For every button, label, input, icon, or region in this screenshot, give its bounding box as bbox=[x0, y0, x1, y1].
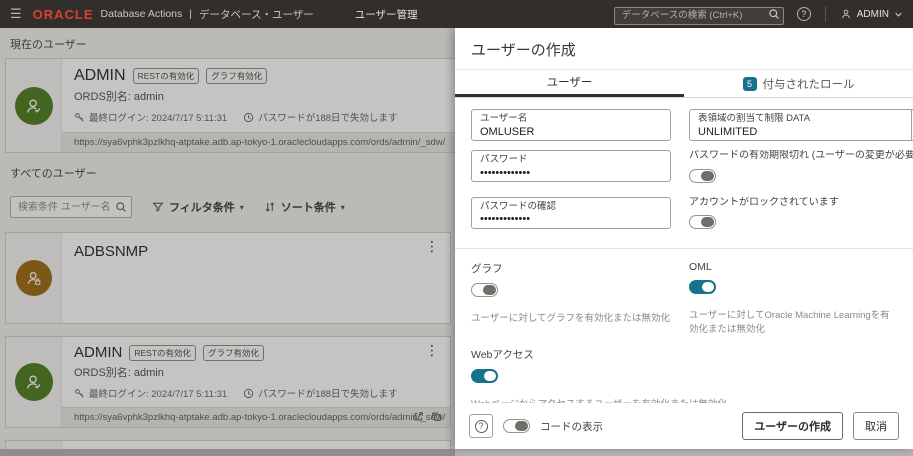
help-button[interactable]: ? bbox=[469, 414, 493, 438]
question-icon: ? bbox=[475, 420, 488, 433]
graph-label: グラフ bbox=[471, 261, 671, 276]
page-context-title: データベース・ユーザー bbox=[199, 7, 314, 22]
graph-help-text: ユーザーに対してグラフを有効化または無効化 bbox=[471, 310, 671, 324]
tab-user[interactable]: ユーザー bbox=[455, 70, 684, 97]
account-locked-toggle[interactable] bbox=[689, 215, 716, 229]
cancel-button[interactable]: 取消 bbox=[853, 412, 899, 440]
account-locked-label: アカウントがロックされています bbox=[689, 197, 913, 210]
app-header: ☰ ORACLE Database Actions | データベース・ユーザー … bbox=[0, 0, 913, 28]
header-divider bbox=[825, 6, 826, 22]
show-code-label: コードの表示 bbox=[540, 419, 603, 434]
oml-label: OML bbox=[689, 261, 897, 273]
tab-user-label: ユーザー bbox=[547, 74, 593, 90]
password-expired-toggle[interactable] bbox=[689, 169, 716, 183]
graph-toggle[interactable] bbox=[471, 283, 498, 297]
web-access-feature: Webアクセス Webページからアクセスするユーザーを有効化または無効化 bbox=[471, 347, 771, 410]
title-separator: | bbox=[189, 8, 192, 20]
product-title: Database Actions bbox=[101, 8, 183, 20]
search-icon bbox=[768, 8, 780, 20]
create-user-panel: ユーザーの作成 ユーザー 5 付与されたロール ユーザー名 OMLUSER 表領… bbox=[455, 28, 913, 449]
password-confirm-label: パスワードの確認 bbox=[480, 201, 662, 213]
oracle-logo: ORACLE bbox=[33, 7, 94, 22]
granted-roles-count-badge: 5 bbox=[743, 77, 757, 91]
quota-label: 表領域の割当て制限 DATA bbox=[698, 113, 903, 125]
username-value: OMLUSER bbox=[480, 125, 662, 139]
database-search bbox=[614, 5, 784, 23]
password-confirm-field[interactable]: パスワードの確認 ••••••••••••• bbox=[471, 197, 671, 229]
tab-granted-roles[interactable]: 5 付与されたロール bbox=[684, 70, 913, 97]
graph-feature: グラフ ユーザーに対してグラフを有効化または無効化 bbox=[471, 261, 671, 335]
web-access-toggle[interactable] bbox=[471, 369, 498, 383]
password-field[interactable]: パスワード ••••••••••••• bbox=[471, 150, 671, 182]
tab-granted-roles-label: 付与されたロール bbox=[763, 76, 855, 92]
help-icon[interactable]: ? bbox=[797, 7, 811, 21]
database-search-input[interactable] bbox=[614, 7, 784, 25]
web-access-label: Webアクセス bbox=[471, 347, 771, 362]
user-menu[interactable]: ADMIN bbox=[840, 8, 903, 20]
quota-value: UNLIMITED bbox=[698, 125, 903, 139]
oml-help-text: ユーザーに対してOracle Machine Learningを有効化または無効… bbox=[689, 307, 897, 335]
panel-footer: ? コードの表示 ユーザーの作成 取消 bbox=[455, 403, 913, 449]
hamburger-menu-icon[interactable]: ☰ bbox=[10, 6, 22, 22]
user-menu-label: ADMIN bbox=[857, 9, 889, 20]
account-locked-control: アカウントがロックされています bbox=[689, 197, 913, 235]
quota-select[interactable]: 表領域の割当て制限 DATA UNLIMITED ▾ bbox=[689, 109, 913, 141]
nav-user-management[interactable]: ユーザー管理 bbox=[355, 7, 418, 22]
panel-title: ユーザーの作成 bbox=[455, 28, 913, 70]
username-field[interactable]: ユーザー名 OMLUSER bbox=[471, 109, 671, 141]
password-label: パスワード bbox=[480, 154, 662, 166]
oml-toggle[interactable] bbox=[689, 280, 716, 294]
chevron-down-icon bbox=[894, 10, 903, 19]
password-expired-label: パスワードの有効期限切れ (ユーザーの変更が必要です) bbox=[689, 150, 913, 163]
password-expired-control: パスワードの有効期限切れ (ユーザーの変更が必要です) bbox=[689, 150, 913, 188]
app-screen: ☰ ORACLE Database Actions | データベース・ユーザー … bbox=[0, 0, 913, 456]
password-value: ••••••••••••• bbox=[480, 166, 662, 180]
section-divider bbox=[455, 248, 913, 249]
password-confirm-value: ••••••••••••• bbox=[480, 212, 662, 226]
username-label: ユーザー名 bbox=[480, 113, 662, 125]
create-user-button[interactable]: ユーザーの作成 bbox=[742, 412, 843, 440]
modal-dim-overlay bbox=[0, 28, 455, 456]
show-code-toggle[interactable] bbox=[503, 419, 530, 433]
person-icon bbox=[840, 8, 852, 20]
oml-feature: OML ユーザーに対してOracle Machine Learningを有効化ま… bbox=[689, 261, 897, 335]
panel-tabs: ユーザー 5 付与されたロール bbox=[455, 70, 913, 98]
